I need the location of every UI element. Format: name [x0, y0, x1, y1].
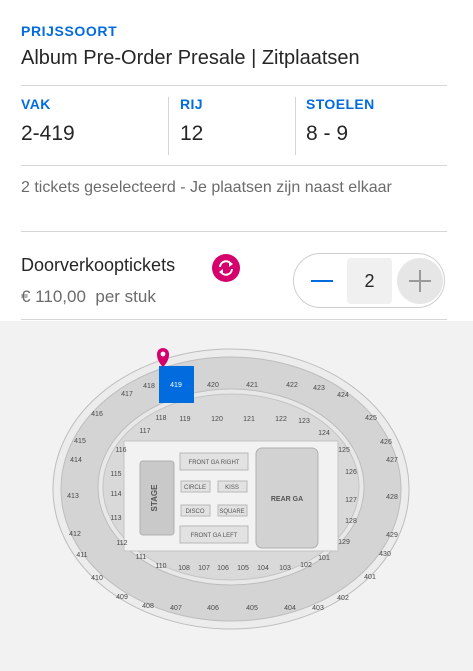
section-label-116: 116 — [115, 447, 126, 454]
section-label-115: 115 — [110, 471, 121, 478]
section-label-114: 114 — [110, 491, 121, 498]
kiss-label: KISS — [225, 485, 239, 491]
section-label-421: 421 — [246, 382, 258, 389]
section-label-120: 120 — [211, 416, 223, 423]
section-label-105: 105 — [237, 565, 249, 572]
section-label-408: 408 — [142, 603, 154, 610]
seat-map: 417 418 419 420 421 422 423 424 425 426 427 428 429 4… — [0, 321, 473, 671]
divider — [21, 165, 447, 166]
seat-map-graphic: 417 418 419 420 421 422 423 424 425 426 427 428 429 4… — [52, 348, 410, 630]
section-label-415: 415 — [74, 438, 86, 445]
quantity-stepper: 2 — [293, 253, 445, 308]
section-label-113: 113 — [110, 515, 121, 522]
section-label-418: 418 — [143, 383, 155, 390]
section-label-430: 430 — [379, 551, 391, 558]
section-label-412: 412 — [69, 531, 81, 538]
section-label-422: 422 — [286, 382, 298, 389]
section-label-427: 427 — [386, 457, 398, 464]
section-label-423: 423 — [313, 385, 325, 392]
section-label-117: 117 — [139, 428, 150, 435]
section-label-411: 411 — [76, 552, 87, 559]
section-label-410: 410 — [91, 575, 103, 582]
section-label-124: 124 — [318, 430, 330, 437]
divider — [295, 97, 296, 155]
section-label-405: 405 — [246, 605, 258, 612]
section-label-125: 125 — [338, 447, 350, 454]
section-label-416: 416 — [91, 411, 103, 418]
section-label-420: 420 — [207, 382, 219, 389]
front-ga-left-label: FRONT GA LEFT — [191, 533, 238, 539]
divider — [21, 231, 447, 232]
section-label-119: 119 — [179, 416, 190, 423]
disco-label: DISCO — [185, 509, 204, 515]
divider — [21, 319, 447, 320]
price-type-eyebrow: PRIJSSOORT — [21, 23, 118, 39]
section-label-123: 123 — [298, 418, 310, 425]
section-value: 2-419 — [21, 122, 75, 145]
section-info: VAK 2-419 — [21, 96, 75, 154]
selection-note: 2 tickets geselecteerd - Je plaatsen zij… — [21, 179, 392, 196]
seats-label: STOELEN — [306, 96, 375, 112]
price-per-ticket: € 110,00 per stuk — [21, 287, 156, 307]
front-ga-right-label: FRONT GA RIGHT — [189, 460, 240, 466]
resale-label: Doorverkooptickets — [21, 255, 176, 275]
section-label-428: 428 — [386, 494, 398, 501]
price-type-title: Album Pre-Order Presale | Zitplaatsen — [21, 47, 360, 69]
section-label-417: 417 — [121, 391, 133, 398]
circle-label: CIRCLE — [184, 485, 206, 491]
section-label-406: 406 — [207, 605, 219, 612]
row-info: RIJ 12 — [180, 96, 203, 154]
section-label-107: 107 — [198, 565, 210, 572]
section-label-121: 121 — [243, 416, 255, 423]
divider — [168, 97, 169, 155]
section-label-425: 425 — [365, 415, 377, 422]
price-unit: per stuk — [95, 287, 156, 306]
section-label-128: 128 — [345, 518, 357, 525]
row-label: RIJ — [180, 96, 203, 112]
section-label-414: 414 — [70, 457, 82, 464]
section-label-126: 126 — [345, 469, 357, 476]
section-label-122: 122 — [275, 416, 287, 423]
section-label-429: 429 — [386, 532, 398, 539]
section-label-127: 127 — [345, 497, 357, 504]
section-label-110: 110 — [155, 563, 166, 570]
section-label-129: 129 — [338, 539, 350, 546]
price-amount: € 110,00 — [21, 287, 86, 306]
section-label-112: 112 — [116, 540, 127, 547]
rear-ga-label: REAR GA — [271, 496, 303, 503]
minus-icon[interactable] — [299, 258, 345, 304]
section-label-104: 104 — [257, 565, 269, 572]
section-label: VAK — [21, 96, 51, 112]
section-label-413: 413 — [67, 493, 79, 500]
row-value: 12 — [180, 122, 204, 145]
section-label-409: 409 — [116, 594, 128, 601]
section-label-401: 401 — [364, 574, 376, 581]
plus-icon[interactable] — [397, 258, 443, 304]
square-label: SQUARE — [219, 509, 244, 515]
section-label-103: 103 — [279, 565, 291, 572]
quantity-value[interactable]: 2 — [347, 258, 392, 304]
section-label-106: 106 — [217, 565, 229, 572]
stage-label: STAGE — [150, 484, 159, 512]
section-label-101: 101 — [318, 555, 330, 562]
divider — [21, 85, 447, 86]
section-label-419: 419 — [170, 382, 182, 389]
section-label-426: 426 — [380, 439, 392, 446]
section-label-108: 108 — [178, 565, 190, 572]
seats-value: 8 - 9 — [306, 122, 349, 145]
section-label-407: 407 — [170, 605, 182, 612]
section-label-118: 118 — [155, 415, 166, 422]
section-label-402: 402 — [337, 595, 349, 602]
section-label-404: 404 — [284, 605, 296, 612]
section-label-424: 424 — [337, 392, 349, 399]
seats-info: STOELEN 8 - 9 — [306, 96, 375, 154]
resale-refresh-icon — [212, 254, 240, 282]
section-label-403: 403 — [312, 605, 324, 612]
section-label-111: 111 — [136, 554, 147, 561]
section-label-102: 102 — [300, 562, 312, 569]
ticket-detail-panel: PRIJSSOORT Album Pre-Order Presale | Zit… — [0, 0, 473, 671]
